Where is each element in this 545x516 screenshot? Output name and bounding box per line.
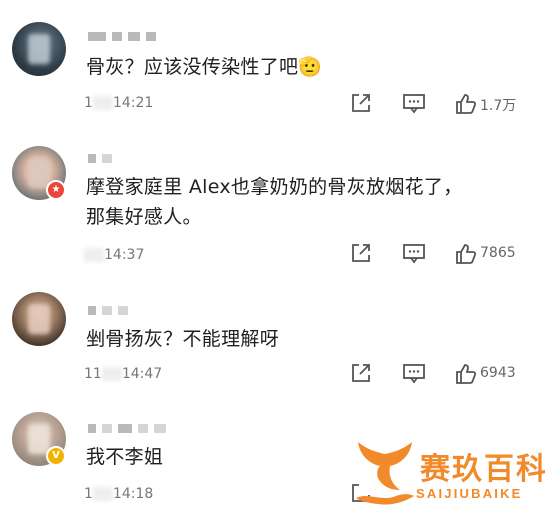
comment-item: 骨灰？应该没传染性了吧🫡 1 14:21 1.7万 [0, 0, 545, 130]
comment-text: 骨灰？应该没传染性了吧🫡 [86, 56, 323, 78]
username-masked[interactable] [88, 32, 156, 42]
watermark-en: SAIJIUBAIKE [416, 486, 523, 501]
thumbs-up-icon[interactable] [454, 92, 478, 116]
like-count: 7865 [480, 245, 516, 261]
share-icon[interactable] [350, 362, 372, 384]
comment-icon[interactable] [402, 92, 426, 114]
comment-timestamp: 1 14:18 [84, 486, 154, 502]
comment-icon[interactable] [402, 362, 426, 384]
comment-timestamp: 14:37 [84, 247, 144, 263]
comment-timestamp: 11 14:47 [84, 366, 163, 382]
verified-badge: V [46, 446, 66, 466]
comment-icon[interactable] [402, 242, 426, 264]
avatar[interactable] [12, 22, 66, 76]
watermark-cn: 赛玖百科 [420, 452, 545, 487]
like-count: 6943 [480, 365, 516, 381]
comment-item: ★ 摩登家庭里 Alex也拿奶奶的骨灰放烟花了，那集好感人。 14:37 786… [0, 130, 545, 280]
thumbs-up-icon[interactable] [454, 362, 478, 386]
username-masked[interactable] [88, 154, 112, 164]
watermark-logo: 赛玖百科 SAIJIUBAIKE [352, 436, 545, 512]
comment-text: 剉骨扬灰？不能理解呀 [86, 328, 280, 350]
whale-tail-icon [356, 442, 414, 505]
username-masked[interactable] [88, 306, 128, 316]
thumbs-up-icon[interactable] [454, 242, 478, 266]
comment-item: 剉骨扬灰？不能理解呀 11 14:47 6943 [0, 280, 545, 400]
verified-badge: ★ [46, 180, 66, 200]
username-masked[interactable] [88, 424, 166, 434]
share-icon[interactable] [350, 92, 372, 114]
share-icon[interactable] [350, 242, 372, 264]
comment-text: 我不李姐 [86, 446, 164, 468]
like-count: 1.7万 [480, 98, 517, 114]
avatar[interactable] [12, 292, 66, 346]
comment-text: 摩登家庭里 Alex也拿奶奶的骨灰放烟花了，那集好感人。 [86, 176, 463, 228]
comment-timestamp: 1 14:21 [84, 95, 154, 111]
